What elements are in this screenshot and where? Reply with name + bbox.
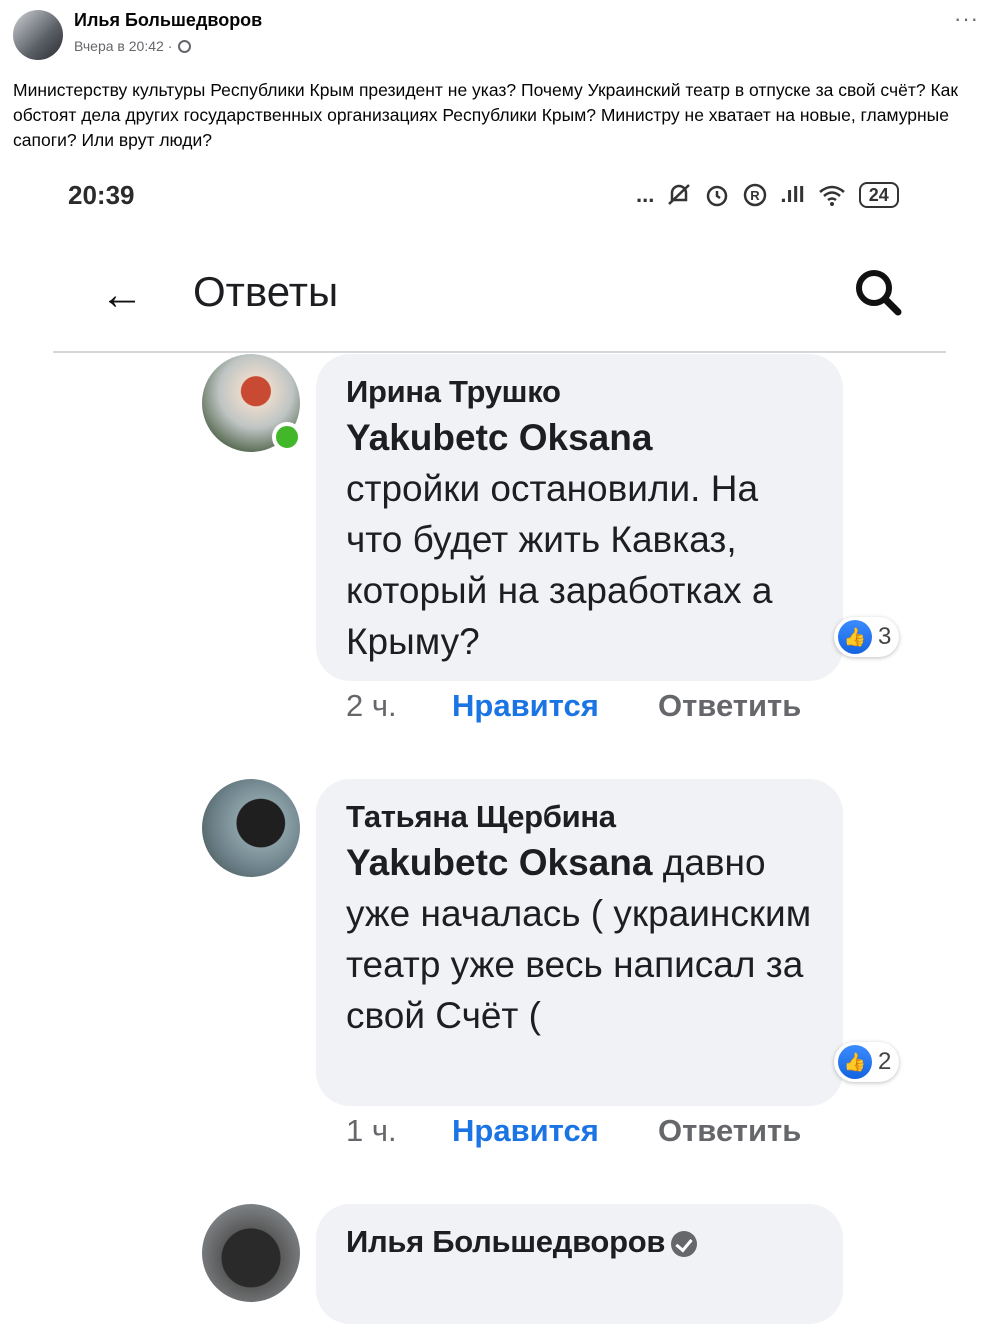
page-title: Ответы [193, 268, 339, 315]
reply-button[interactable]: Ответить [658, 1113, 801, 1149]
like-button[interactable]: Нравится [452, 1113, 658, 1149]
post-author-avatar[interactable] [13, 10, 63, 60]
app-bar-divider [53, 351, 946, 353]
thumbs-up-icon: 👍 [838, 1045, 872, 1079]
comment-body: стройки остановили. На что будет жить Ка… [346, 468, 773, 662]
thumbs-up-icon: 👍 [838, 620, 872, 654]
registered-icon: R [744, 183, 767, 207]
reply-button[interactable]: Ответить [658, 688, 801, 724]
app-bar: ← Ответы [0, 238, 1001, 348]
comment-mention[interactable]: Yakubetc Oksana [346, 842, 652, 883]
search-icon[interactable] [852, 266, 904, 318]
post-author-name[interactable]: Илья Большедворов [74, 10, 262, 31]
post-text: Министерству культуры Республики Крым пр… [13, 80, 959, 150]
comment-bubble: Илья Большедворов [316, 1204, 843, 1324]
post-meta-separator: · [167, 38, 173, 54]
reaction-summary[interactable]: 👍 2 [834, 1042, 900, 1082]
globe-icon [178, 39, 192, 53]
post-time[interactable]: Вчера в 20:42 [74, 38, 164, 54]
status-bar-time: 20:39 [68, 180, 135, 210]
comment-avatar[interactable] [202, 1204, 300, 1302]
embedded-screenshot: 20:39 ... R .ıll 24 ← Ответы Ирина Трушк… [0, 168, 1001, 1324]
comment-author-row: Илья Большедворов [346, 1222, 813, 1262]
signal-icon: .ıll [780, 182, 805, 207]
comment-time[interactable]: 1 ч. [346, 1113, 452, 1149]
battery-icon: 24 [858, 182, 899, 208]
status-bar-icons: ... R .ıll 24 [636, 180, 899, 210]
comment-avatar[interactable] [202, 779, 300, 877]
comment-author[interactable]: Татьяна Щербина [346, 797, 813, 837]
reaction-summary[interactable]: 👍 3 [834, 617, 900, 657]
reaction-count: 2 [878, 1048, 892, 1075]
wifi-icon [818, 185, 845, 206]
notification-dots-icon: ... [636, 182, 655, 207]
online-status-badge [272, 422, 302, 452]
comment-bubble: Татьяна Щербина Yakubetc Oksana давно уж… [316, 779, 843, 1106]
like-button[interactable]: Нравится [452, 688, 658, 724]
more-options-icon[interactable]: ··· [954, 6, 979, 32]
comment-text: Yakubetc Oksana стройки остановили. На ч… [346, 412, 813, 667]
comment-actions: 1 ч. Нравится Ответить [346, 1113, 801, 1149]
comment-text: Yakubetc Oksana давно уже началась ( укр… [346, 837, 813, 1041]
comment-author[interactable]: Илья Большедворов [346, 1224, 665, 1259]
comment-actions: 2 ч. Нравится Ответить [346, 688, 801, 724]
comment-bubble: Ирина Трушко Yakubetc Oksana стройки ост… [316, 354, 843, 681]
post-header: Илья Большедворов Вчера в 20:42 · ··· [0, 0, 1001, 72]
post-meta: Вчера в 20:42 · [74, 38, 192, 54]
back-arrow-icon[interactable]: ← [100, 270, 144, 320]
comment-time[interactable]: 2 ч. [346, 688, 452, 724]
comment-author[interactable]: Ирина Трушко [346, 372, 813, 412]
comment-mention[interactable]: Yakubetc Oksana [346, 417, 652, 458]
alarm-icon [707, 185, 728, 207]
reaction-count: 3 [878, 623, 892, 650]
verified-badge-icon [671, 1230, 698, 1257]
svg-text:R: R [751, 188, 761, 203]
muted-bell-icon [668, 184, 691, 205]
